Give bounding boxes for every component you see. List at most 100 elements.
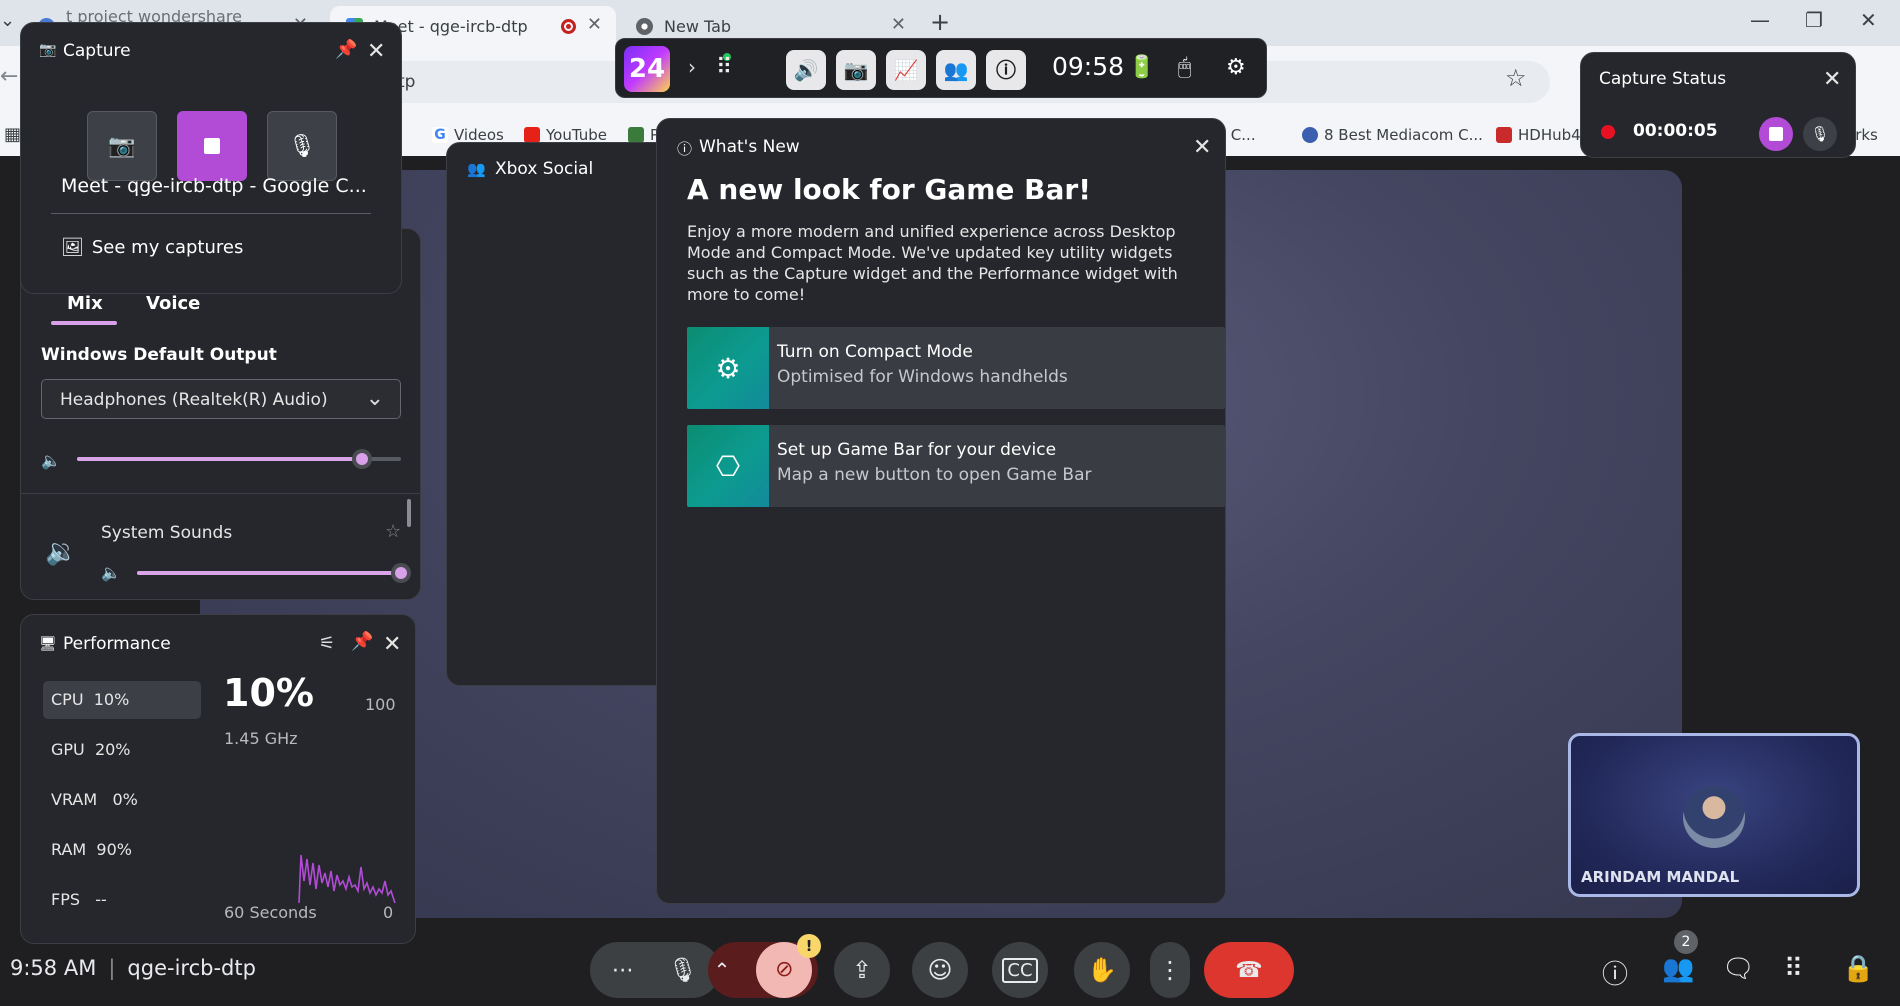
divider — [21, 493, 422, 494]
stop-recording-button[interactable] — [177, 111, 247, 181]
battery-icon: 🔋 — [1128, 55, 1156, 80]
info-icon: ⓘ — [996, 58, 1016, 82]
window-close-icon[interactable]: ✕ — [1860, 8, 1877, 32]
slider-thumb[interactable] — [391, 563, 411, 583]
divider: | — [108, 956, 116, 980]
mouse-icon[interactable]: 🖱 — [1178, 55, 1191, 80]
settings-gear-icon[interactable]: ⚙ — [1226, 55, 1246, 80]
close-tab-icon[interactable]: ✕ — [891, 14, 906, 35]
mic-off-icon: 🎙 — [1810, 125, 1830, 143]
whats-new-toggle[interactable]: ⓘ — [986, 50, 1026, 90]
perf-row-gpu[interactable]: GPU 20% — [43, 731, 201, 769]
mic-toggle-button[interactable]: 🎙 — [267, 111, 337, 181]
app-volume-slider[interactable] — [137, 563, 411, 583]
tab-mix[interactable]: Mix — [67, 293, 103, 314]
bookmark-hdhub[interactable]: HDHub4 — [1496, 126, 1581, 144]
expand-chevron-icon[interactable]: › — [688, 55, 696, 79]
mediacom-icon — [1302, 127, 1318, 143]
card-title: Set up Game Bar for your device — [777, 440, 1057, 460]
card-subtitle: Map a new button to open Game Bar — [777, 465, 1092, 485]
whats-new-widget: ⓘ What's New ✕ A new look for Game Bar! … — [656, 118, 1226, 904]
microphone-icon[interactable]: 🎙 — [668, 956, 698, 984]
xbox-social-title: Xbox Social — [495, 159, 594, 179]
raise-hand-button[interactable]: ✋ — [1074, 942, 1130, 998]
activities-grid-icon[interactable]: ⠿ — [1784, 954, 1803, 984]
back-arrow-icon[interactable]: ← — [0, 64, 18, 89]
metric-value: 20% — [94, 740, 131, 759]
clock: 09:58 — [1052, 52, 1125, 81]
bookmark-star-icon[interactable]: ☆ — [1505, 64, 1527, 92]
tab-search-chevron-icon[interactable]: ⌄ — [0, 10, 15, 31]
hang-up-icon: ☎ — [1235, 957, 1263, 983]
close-tab-icon[interactable]: ✕ — [587, 14, 602, 35]
emoji-reaction-button[interactable]: ☺ — [912, 942, 968, 998]
cpu-big-value: 10% — [223, 671, 314, 715]
apps-grid-icon[interactable]: ▦ — [4, 124, 21, 145]
stop-recording-button[interactable] — [1759, 117, 1793, 151]
master-volume-icon: 🔈 — [41, 451, 61, 470]
host-controls-icon[interactable]: 🔒 — [1842, 954, 1874, 984]
captions-button[interactable]: CC — [992, 942, 1048, 998]
widget-menu-icon[interactable]: ⠿ — [716, 55, 732, 80]
output-device-value: Headphones (Realtek(R) Audio) — [60, 390, 328, 410]
output-label: Windows Default Output — [41, 345, 277, 365]
close-whats-new-icon[interactable]: ✕ — [1193, 137, 1211, 159]
card-subtitle: Optimised for Windows handhelds — [777, 367, 1068, 387]
restore-icon[interactable]: ❐ — [1805, 8, 1823, 32]
captions-icon: CC — [1002, 957, 1038, 983]
output-device-select[interactable]: Headphones (Realtek(R) Audio) ⌄ — [41, 379, 401, 419]
camera-icon: 📷 — [108, 133, 136, 159]
perf-row-ram[interactable]: RAM 90% — [43, 831, 201, 869]
people-icon[interactable]: 👥 — [1662, 954, 1694, 984]
chrome-favicon-icon — [636, 18, 653, 35]
graph-max-label: 100 — [365, 695, 396, 714]
meeting-info-icon[interactable]: ⓘ — [1602, 954, 1628, 991]
end-call-button[interactable]: ☎ — [1204, 942, 1294, 998]
see-my-captures-link[interactable]: 🖼 See my captures — [61, 237, 243, 258]
see-captures-label: See my captures — [91, 237, 244, 258]
perf-row-cpu[interactable]: CPU 10% — [43, 681, 201, 719]
present-screen-button[interactable]: ⇪ — [834, 942, 890, 998]
perf-row-vram[interactable]: VRAM 0% — [43, 781, 201, 819]
bookmark-label: 8 Best Mediacom C... — [1324, 126, 1483, 144]
capture-status-widget: Capture Status ✕ 00:00:05 🎙 — [1580, 52, 1856, 158]
setup-device-card[interactable]: ⎔ Set up Game Bar for your device Map a … — [687, 425, 1225, 507]
tab-voice[interactable]: Voice — [146, 293, 200, 314]
speaker-icon: 🔊 — [793, 58, 819, 82]
new-tab-plus-icon[interactable]: + — [930, 8, 950, 36]
whats-new-heading: A new look for Game Bar! — [687, 173, 1091, 206]
capture-widget-toggle[interactable]: 📷 — [836, 50, 876, 90]
more-actions-button[interactable]: ⋮ — [1150, 942, 1190, 998]
options-sliders-icon[interactable]: ⚟ — [319, 633, 335, 654]
pin-icon[interactable]: 📌 — [351, 631, 373, 652]
capture-status-title: Capture Status — [1599, 69, 1727, 89]
perf-row-fps[interactable]: FPS -- — [43, 881, 201, 919]
bookmark-mediacom[interactable]: 8 Best Mediacom C... — [1302, 126, 1483, 144]
mix-tab-underline — [51, 321, 117, 325]
metric-name: FPS — [51, 890, 81, 909]
close-capture-icon[interactable]: ✕ — [367, 41, 385, 63]
chat-icon[interactable]: 🗨 — [1722, 954, 1755, 984]
self-view-tile[interactable]: ARINDAM MANDAL — [1568, 733, 1860, 897]
minimize-icon[interactable]: — — [1750, 8, 1770, 32]
mic-toggle-button[interactable]: 🎙 — [1803, 117, 1837, 151]
master-volume-slider[interactable] — [77, 449, 401, 469]
audio-widget-toggle[interactable]: 🔊 — [786, 50, 826, 90]
close-capture-status-icon[interactable]: ✕ — [1823, 69, 1841, 91]
meeting-time: 9:58 AM — [10, 956, 97, 980]
graph-span-label: 60 Seconds — [224, 903, 317, 922]
compact-mode-card[interactable]: ⚙ Turn on Compact Mode Optimised for Win… — [687, 327, 1225, 409]
close-performance-icon[interactable]: ✕ — [383, 634, 401, 656]
favorite-star-icon[interactable]: ☆ — [385, 521, 401, 542]
mic-off-icon: 🎙 — [288, 133, 316, 159]
game-logo[interactable]: 24 — [624, 46, 670, 92]
performance-widget-toggle[interactable]: 📈 — [886, 50, 926, 90]
pin-icon[interactable]: 📌 — [335, 39, 357, 60]
cpu-frequency: 1.45 GHz — [224, 729, 298, 748]
xbox-social-toggle[interactable]: 👥 — [936, 50, 976, 90]
scrollbar[interactable] — [407, 499, 411, 527]
more-options-icon[interactable]: ⋯ — [612, 958, 634, 983]
camera-options-chevron-icon[interactable]: ⌃ — [714, 958, 731, 982]
slider-thumb[interactable] — [352, 449, 372, 469]
screenshot-button[interactable]: 📷 — [87, 111, 157, 181]
